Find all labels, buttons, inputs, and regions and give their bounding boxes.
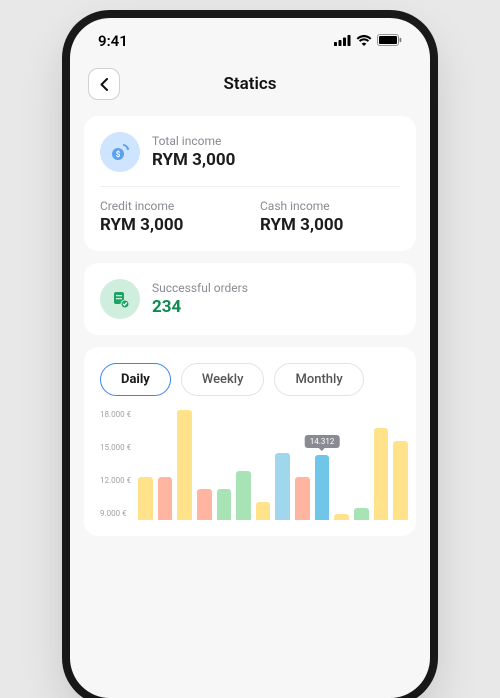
orders-card: Successful orders 234 bbox=[84, 263, 416, 335]
wifi-icon bbox=[356, 32, 372, 50]
income-card: $ Total income RYM 3,000 Credit income R… bbox=[84, 116, 416, 251]
chart-bar[interactable] bbox=[217, 489, 232, 520]
chart-bar[interactable] bbox=[354, 508, 369, 520]
chart-bar[interactable] bbox=[197, 489, 212, 520]
chart-bar[interactable] bbox=[138, 477, 153, 520]
chart-bars: 14.312 bbox=[138, 410, 408, 520]
chevron-left-icon bbox=[100, 78, 108, 91]
cash-income-value: RYM 3,000 bbox=[260, 215, 400, 235]
orders-icon bbox=[100, 279, 140, 319]
status-time: 9:41 bbox=[98, 32, 128, 50]
chart-bar[interactable] bbox=[275, 453, 290, 520]
credit-income-label: Credit income bbox=[100, 199, 240, 213]
chart-bar[interactable] bbox=[393, 441, 408, 520]
chart-bar[interactable] bbox=[256, 502, 271, 520]
back-button[interactable] bbox=[88, 68, 120, 100]
chart-bar[interactable] bbox=[374, 428, 389, 520]
chart-bar[interactable] bbox=[158, 477, 173, 520]
y-tick: 18.000 € bbox=[100, 410, 132, 419]
page-title: Statics bbox=[70, 74, 430, 94]
chart-y-axis: 18.000 € 15.000 € 12.000 € 9.000 € bbox=[100, 410, 132, 520]
tab-weekly[interactable]: Weekly bbox=[181, 363, 265, 396]
chart-bar[interactable] bbox=[295, 477, 310, 520]
orders-label: Successful orders bbox=[152, 281, 248, 295]
y-tick: 9.000 € bbox=[100, 509, 132, 518]
tab-monthly[interactable]: Monthly bbox=[274, 363, 363, 396]
chart-bar[interactable] bbox=[177, 410, 192, 520]
chart-bar[interactable] bbox=[236, 471, 251, 520]
battery-icon bbox=[377, 32, 402, 50]
range-tabs: Daily Weekly Monthly bbox=[100, 363, 408, 396]
y-tick: 12.000 € bbox=[100, 476, 132, 485]
tab-daily[interactable]: Daily bbox=[100, 363, 171, 396]
status-icons bbox=[334, 32, 402, 50]
chart-bar[interactable]: 14.312 bbox=[315, 455, 330, 520]
dollar-refresh-icon: $ bbox=[100, 132, 140, 172]
credit-income-value: RYM 3,000 bbox=[100, 215, 240, 235]
total-income-value: RYM 3,000 bbox=[152, 150, 235, 170]
svg-text:$: $ bbox=[116, 150, 121, 159]
orders-value: 234 bbox=[152, 297, 248, 317]
chart-tooltip: 14.312 bbox=[305, 435, 340, 448]
chart-card: Daily Weekly Monthly 18.000 € 15.000 € 12.… bbox=[84, 347, 416, 536]
y-tick: 15.000 € bbox=[100, 443, 132, 452]
cash-income-label: Cash income bbox=[260, 199, 400, 213]
signal-icon bbox=[334, 32, 351, 50]
chart-bar[interactable] bbox=[334, 514, 349, 520]
total-income-label: Total income bbox=[152, 134, 235, 148]
